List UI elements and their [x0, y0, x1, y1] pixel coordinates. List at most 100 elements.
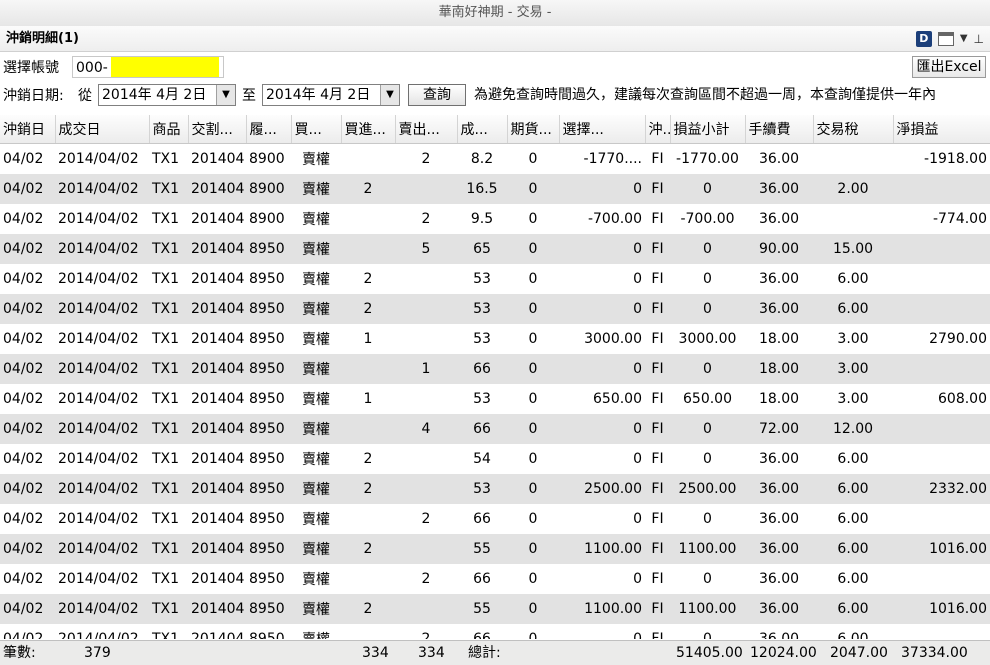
table-cell: FI — [645, 594, 670, 624]
table-cell: 2014/04/02 — [58, 271, 139, 287]
column-header[interactable]: 買進... — [341, 115, 396, 144]
table-row[interactable]: 04/02 2014/04/02 TX1 201404 8900 賣權 2 16.5 0 0 FI 0… — [0, 174, 990, 204]
table-row[interactable]: 04/02 2014/04/02 TX1 201404 8950 賣權 4 66 0 0 FI 0 72… — [0, 414, 990, 444]
table-cell: 18.00 — [745, 354, 813, 384]
table-cell: 53 — [473, 271, 491, 287]
column-header[interactable]: 商品 — [149, 115, 189, 144]
table-cell: 12.00 — [813, 414, 893, 444]
detail-grid[interactable]: 沖銷日 成交日 商品 交割... 履... 買... 買進... 賣出... 成... 期貨...… — [0, 115, 990, 639]
to-date-picker[interactable]: 2014年 4月 2日 ▼ — [262, 84, 400, 106]
column-header[interactable]: 賣出... — [395, 115, 458, 144]
column-header[interactable]: 履... — [246, 115, 292, 144]
table-cell — [395, 534, 457, 564]
table-cell: 2014/04/02 — [58, 331, 139, 347]
table-row[interactable]: 04/02 2014/04/02 TX1 201404 8900 賣權 2 8.2 0 -1770… — [0, 144, 990, 175]
table-cell: 8950 — [246, 234, 291, 264]
table-row[interactable]: 04/02 2014/04/02 TX1 201404 8950 賣權 2 55 0 1100.0… — [0, 594, 990, 624]
column-header[interactable]: 淨損益 — [893, 115, 990, 144]
table-cell: 2 — [341, 294, 395, 324]
table-cell: 53 — [473, 331, 491, 347]
account-select[interactable]: 000- — [72, 56, 224, 78]
from-date-picker[interactable]: 2014年 4月 2日 ▼ — [98, 84, 236, 106]
table-cell: 0 — [633, 271, 642, 287]
table-cell: 8950 — [246, 594, 291, 624]
dropdown-caret-icon[interactable]: ▼ — [960, 33, 968, 44]
table-row[interactable]: 04/02 2014/04/02 TX1 201404 8950 賣權 2 55 0 1100.0… — [0, 534, 990, 564]
column-header[interactable]: 成交日 — [55, 115, 150, 144]
column-header[interactable]: 買... — [291, 115, 342, 144]
table-cell: 賣權 — [302, 572, 330, 588]
table-cell: FI — [645, 474, 670, 504]
table-cell: 1100.00 — [559, 534, 645, 564]
panel-title: 沖銷明細(1) — [6, 31, 79, 46]
table-row[interactable]: 04/02 2014/04/02 TX1 201404 8950 賣權 2 53 0 0 FI 0 36… — [0, 294, 990, 324]
table-row[interactable]: 04/02 2014/04/02 TX1 201404 8950 賣權 2 54 0 0 FI 0 36… — [0, 444, 990, 474]
table-row[interactable]: 04/02 2014/04/02 TX1 201404 8950 賣權 2 53 0 2500.0… — [0, 474, 990, 504]
chevron-down-icon[interactable]: ▼ — [380, 85, 399, 105]
table-cell — [341, 144, 395, 175]
table-cell: 201404 — [191, 451, 245, 467]
table-cell: 36.00 — [758, 151, 800, 167]
table-row[interactable]: 04/022014/04/02TX12014048950賣權26600FI036… — [0, 624, 990, 639]
table-cell: 04/02 — [3, 511, 44, 527]
table-cell: 53 — [457, 474, 507, 504]
d-icon[interactable]: D — [915, 30, 932, 47]
table-cell: 04/02 — [3, 151, 44, 167]
table-row[interactable]: 04/02 2014/04/02 TX1 201404 8950 賣權 5 65 0 0 FI 0 90… — [0, 234, 990, 264]
table-row[interactable]: 04/022014/04/02TX12014048950賣權26600FI036… — [0, 504, 990, 534]
table-cell: 2014/04/02 — [55, 234, 149, 264]
table-row[interactable]: 04/02 2014/04/02 TX1 201404 8900 賣權 2 9.5 0 -700.… — [0, 204, 990, 234]
table-cell: TX1 — [152, 391, 180, 407]
column-header[interactable]: 期貨... — [507, 115, 560, 144]
table-cell: FI — [651, 571, 664, 587]
column-header[interactable]: 沖銷日 — [0, 115, 56, 144]
table-cell — [395, 594, 457, 624]
pin-icon[interactable]: ⊥ — [974, 32, 984, 46]
table-cell: TX1 — [149, 534, 188, 564]
table-cell: 2014/04/02 — [55, 534, 149, 564]
column-header[interactable]: 成... — [457, 115, 508, 144]
table-cell: 2014/04/02 — [55, 294, 149, 324]
account-value: 000- — [76, 60, 108, 76]
table-cell: 2500.00 — [559, 474, 645, 504]
table-cell: 4 — [395, 414, 457, 444]
table-row[interactable]: 04/022014/04/02TX12014048950賣權26600FI036… — [0, 564, 990, 594]
column-header[interactable]: 損益小計 — [670, 115, 746, 144]
query-button[interactable]: 查詢 — [408, 84, 466, 106]
table-cell: 201404 — [188, 594, 246, 624]
table-cell: 賣權 — [291, 624, 341, 639]
column-header[interactable]: 交易稅 — [813, 115, 894, 144]
table-cell: FI — [645, 354, 670, 384]
column-header[interactable]: 選擇... — [559, 115, 646, 144]
table-cell: 04/02 — [0, 474, 55, 504]
table-row[interactable]: 04/02 2014/04/02 TX1 201404 8950 賣權 1 66 0 0 FI 0 18… — [0, 354, 990, 384]
chevron-down-icon[interactable]: ▼ — [216, 85, 235, 105]
export-excel-button[interactable]: 匯出Excel — [912, 56, 986, 78]
table-row[interactable]: 04/02 2014/04/02 TX1 201404 8950 賣權 1 53 0 3000.0… — [0, 324, 990, 354]
table-cell: FI — [651, 631, 664, 639]
table-cell: 0 — [703, 511, 712, 527]
table-cell: 2 — [421, 511, 431, 527]
window-icon[interactable] — [937, 31, 954, 46]
table-header: 沖銷日 成交日 商品 交割... 履... 買... 買進... 賣出... 成... 期貨...… — [0, 115, 990, 144]
table-cell: 201404 — [188, 534, 246, 564]
table-cell — [893, 294, 990, 324]
column-header[interactable]: 手續費 — [745, 115, 814, 144]
fee-total: 12024.00 — [750, 645, 817, 661]
table-cell: 54 — [473, 451, 491, 467]
table-cell — [341, 504, 395, 534]
table-cell: 8900 — [249, 211, 285, 227]
table-cell: 8900 — [246, 174, 291, 204]
column-header[interactable]: 沖... — [645, 115, 671, 144]
table-cell: FI — [645, 174, 670, 204]
table-row[interactable]: 04/02 2014/04/02 TX1 201404 8950 賣權 1 53 0 650.00… — [0, 384, 990, 414]
table-cell: 16.5 — [457, 174, 507, 204]
table-cell: 0 — [703, 451, 712, 467]
table-row[interactable]: 04/02 2014/04/02 TX1 201404 8950 賣權 2 53 0 0 FI 0 36… — [0, 264, 990, 294]
column-header[interactable]: 交割... — [188, 115, 247, 144]
table-cell: 2014/04/02 — [58, 211, 139, 227]
table-cell: 66 — [473, 511, 491, 527]
table-cell: TX1 — [149, 234, 188, 264]
table-cell — [341, 204, 395, 234]
table-cell — [893, 414, 990, 444]
